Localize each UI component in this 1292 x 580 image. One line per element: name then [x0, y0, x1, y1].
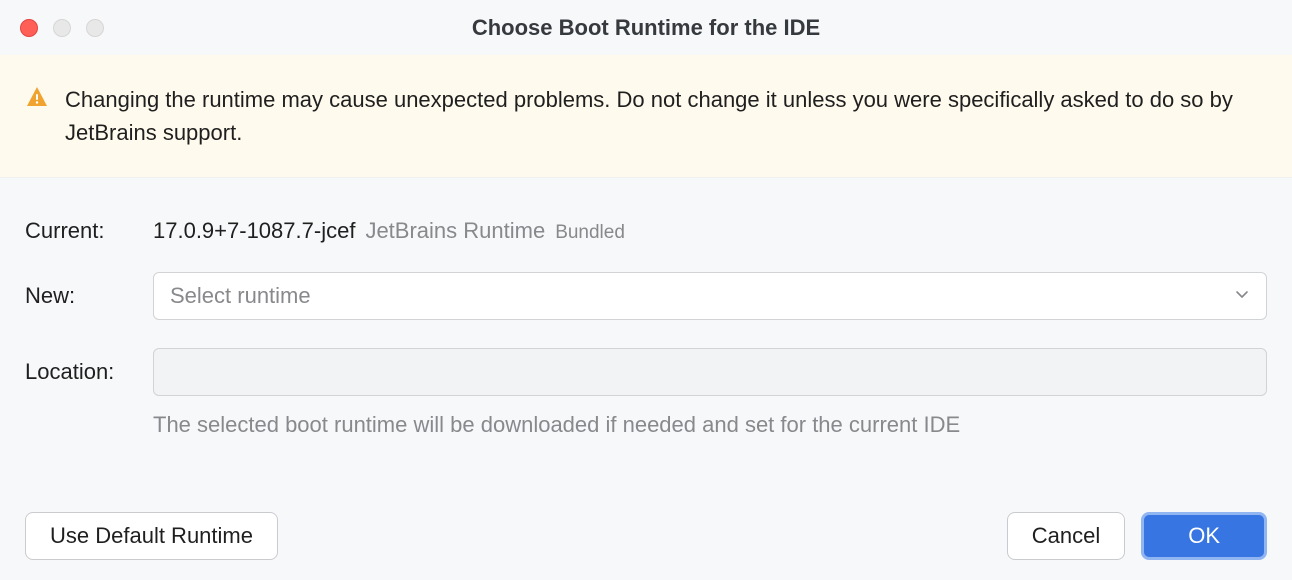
button-group-right: Cancel OK	[1007, 512, 1267, 560]
button-bar: Use Default Runtime Cancel OK	[25, 512, 1267, 560]
maximize-window-button[interactable]	[86, 19, 104, 37]
hint-row: The selected boot runtime will be downlo…	[153, 412, 1267, 438]
runtime-select[interactable]: Select runtime	[153, 272, 1267, 320]
warning-text: Changing the runtime may cause unexpecte…	[65, 83, 1267, 149]
warning-banner: Changing the runtime may cause unexpecte…	[0, 55, 1292, 178]
close-window-button[interactable]	[20, 19, 38, 37]
current-value: 17.0.9+7-1087.7-jcef JetBrains Runtime B…	[153, 218, 625, 244]
chevron-down-icon	[1234, 286, 1250, 307]
titlebar: Choose Boot Runtime for the IDE	[0, 0, 1292, 55]
warning-icon	[25, 85, 49, 114]
window-controls	[20, 19, 104, 37]
location-row: Location:	[25, 348, 1267, 396]
minimize-window-button[interactable]	[53, 19, 71, 37]
cancel-button[interactable]: Cancel	[1007, 512, 1125, 560]
hint-text: The selected boot runtime will be downlo…	[153, 412, 1267, 438]
dialog-content: Current: 17.0.9+7-1087.7-jcef JetBrains …	[0, 178, 1292, 458]
location-label: Location:	[25, 359, 153, 385]
ok-button[interactable]: OK	[1141, 512, 1267, 560]
runtime-select-placeholder: Select runtime	[170, 283, 311, 309]
current-row: Current: 17.0.9+7-1087.7-jcef JetBrains …	[25, 218, 1267, 244]
new-label: New:	[25, 283, 153, 309]
current-runtime-name: JetBrains Runtime	[365, 218, 545, 244]
current-version: 17.0.9+7-1087.7-jcef	[153, 218, 355, 244]
dialog-title: Choose Boot Runtime for the IDE	[20, 15, 1272, 41]
new-row: New: Select runtime	[25, 272, 1267, 320]
location-input[interactable]	[153, 348, 1267, 396]
current-bundled-badge: Bundled	[555, 222, 625, 244]
current-label: Current:	[25, 218, 153, 244]
use-default-runtime-button[interactable]: Use Default Runtime	[25, 512, 278, 560]
